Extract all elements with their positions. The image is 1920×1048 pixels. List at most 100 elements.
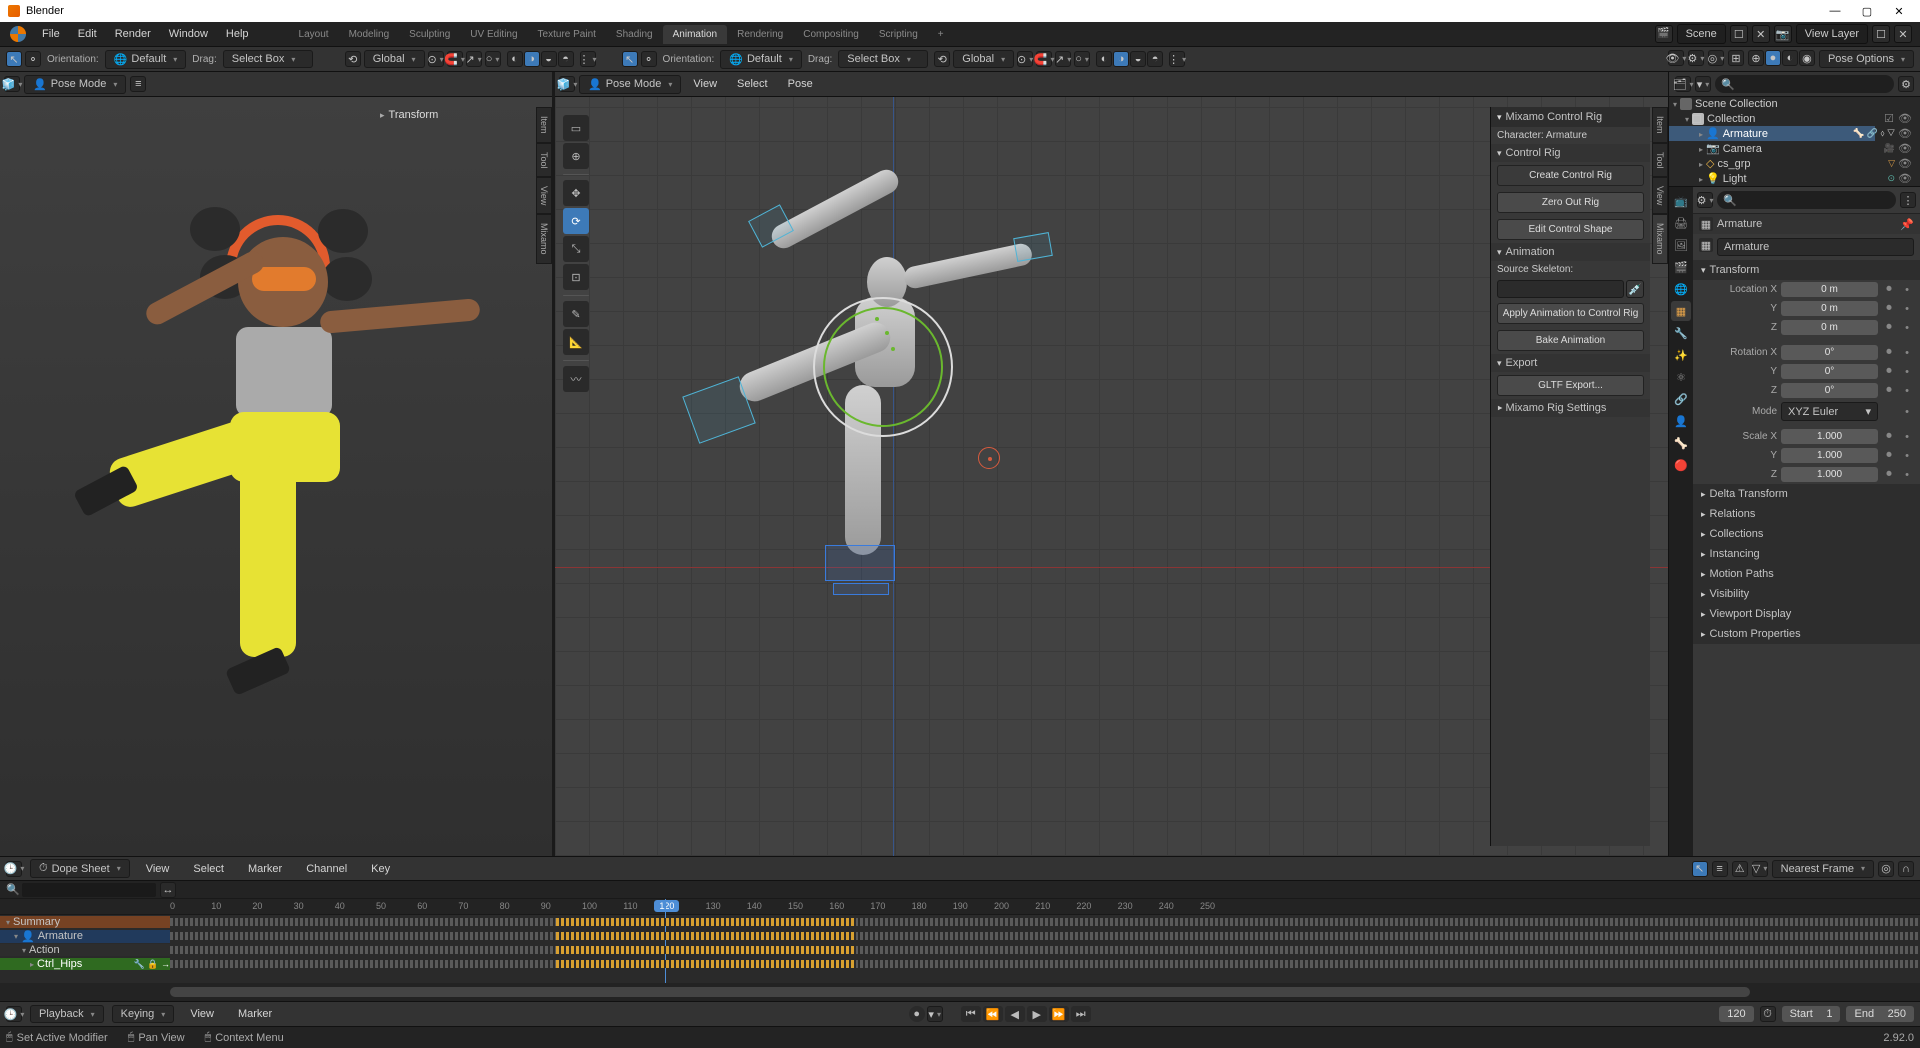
tool-select[interactable]: ▭ [563,115,589,141]
tab-sculpting[interactable]: Sculpting [399,25,460,44]
vp-menu-view[interactable]: View [685,74,725,94]
ptab-constraints[interactable]: 🔗 [1671,389,1691,409]
rotation-z[interactable]: 0° [1781,383,1878,398]
interaction-mode-icon[interactable]: ↖ [6,51,22,67]
viewport-canvas-left[interactable]: Transform Item Tool View Mixamo [0,97,552,856]
jump-next-key-icon[interactable]: ⏩ [1049,1006,1069,1022]
gizmo-toggle-l4[interactable]: ◓ [558,51,574,67]
ptab-material[interactable]: 🔴 [1671,455,1691,475]
tool-cursor[interactable]: ⊕ [563,143,589,169]
scale-z[interactable]: 1.000 [1781,467,1878,482]
tool-measure[interactable]: 📐 [563,329,589,355]
delete-scene-icon[interactable]: ✕ [1752,25,1770,43]
zero-out-rig-button[interactable]: Zero Out Rig [1497,192,1644,213]
sec-viewport-display[interactable]: Viewport Display [1710,608,1792,620]
sec-delta[interactable]: Delta Transform [1710,488,1788,500]
snap-dropdown[interactable]: Nearest Frame [1772,860,1874,878]
snap-target-l[interactable]: ↗ [466,51,482,67]
scale-x[interactable]: 1.000 [1781,429,1878,444]
ptab-particles[interactable]: ✨ [1671,345,1691,365]
sec-collections[interactable]: Collections [1710,528,1764,540]
bake-animation-button[interactable]: Bake Animation [1497,330,1644,351]
timeline-tracks[interactable]: Summary 👤Armature Action Ctrl_Hips🔧 🔒 → [0,915,1920,983]
proportional-r[interactable]: ○ [1074,51,1090,67]
side-tab-item-r[interactable]: Item [1652,107,1668,143]
gizmo-toggle-r4[interactable]: ◓ [1147,51,1163,67]
side-tab-mixamo-l[interactable]: Mixamo [536,214,552,264]
ol-armature[interactable]: 👤Armature🦴 🔗 ⬨ ▽👁 [1669,126,1920,141]
tool-annotate[interactable]: ✎ [563,301,589,327]
proportional-l[interactable]: ○ [485,51,501,67]
ol-camera[interactable]: 📷Camera🎥👁 [1669,141,1920,156]
tab-layout[interactable]: Layout [289,25,339,44]
pivot-icon-r[interactable]: ⊙ [1017,51,1033,67]
menu-render[interactable]: Render [107,24,159,44]
close-button[interactable]: ✕ [1892,4,1906,18]
menu-file[interactable]: File [34,24,68,44]
ol-scene-collection[interactable]: Scene Collection [1669,97,1920,111]
autokey-mode-icon[interactable]: ▾ [927,1006,943,1022]
orientation-dropdown-r[interactable]: 🌐Default [720,50,802,69]
scene-browse-icon[interactable]: 🎬 [1655,25,1673,43]
scale-y[interactable]: 1.000 [1781,448,1878,463]
ptab-bone[interactable]: 🦴 [1671,433,1691,453]
snap-target-r[interactable]: ↗ [1055,51,1071,67]
src-skeleton-field[interactable] [1497,280,1624,298]
shading-rendered-icon[interactable]: ◉ [1799,50,1815,66]
playhead-badge[interactable]: 120 [654,900,679,912]
menu-window[interactable]: Window [161,24,216,44]
autokey-icon[interactable]: ● [909,1006,925,1022]
overlays-main-icon[interactable]: ◎ [1708,50,1724,66]
track-summary[interactable]: Summary [13,916,60,928]
ptab-render[interactable]: 📺 [1671,191,1691,211]
viewlayer-name-field[interactable]: View Layer [1796,24,1868,44]
play-reverse-icon[interactable]: ◀ [1005,1006,1025,1022]
tab-compositing[interactable]: Compositing [793,25,869,44]
create-control-rig-button[interactable]: Create Control Rig [1497,165,1644,186]
side-tab-tool-l[interactable]: Tool [536,143,552,178]
timeline-ruler[interactable]: 0102030405060708090100110120130140150160… [0,899,1920,915]
channel-filter-icon[interactable]: ↔ [160,882,176,898]
channel-search[interactable] [22,883,156,897]
drag-dropdown-l[interactable]: Select Box [223,50,313,68]
sec-instancing[interactable]: Instancing [1710,548,1760,560]
side-tab-mixamo-r[interactable]: Mixamo [1652,214,1668,264]
ds-proportional-icon[interactable]: ◎ [1878,861,1894,877]
tool-move[interactable]: ✥ [563,180,589,206]
track-armature[interactable]: Armature [38,930,83,942]
transform-panel-header-l[interactable]: Transform [380,109,438,121]
track-ctrl-hips[interactable]: Ctrl_Hips [37,958,82,970]
ds-summary-icon[interactable]: ≡ [1712,861,1728,877]
gizmo-main-icon[interactable]: ⚙ [1688,50,1704,66]
menu-edit[interactable]: Edit [70,24,105,44]
tool-rotate[interactable]: ⟳ [563,208,589,234]
pose-options-dropdown[interactable]: Pose Options [1819,50,1914,68]
tool-scale[interactable]: ⤡ [563,236,589,262]
props-editor-type[interactable]: ⚙ [1697,192,1713,208]
gizmo-toggle-l2[interactable]: ◑ [524,51,540,67]
rotation-x[interactable]: 0° [1781,345,1878,360]
ds-menu-channel[interactable]: Channel [298,859,355,879]
rotation-y[interactable]: 0° [1781,364,1878,379]
overlay-options-r[interactable]: ⋮ [1169,51,1185,67]
global-dropdown-l[interactable]: Global [364,50,425,68]
ptab-scene[interactable]: 🎬 [1671,257,1691,277]
maximize-button[interactable]: ▢ [1860,4,1874,18]
gizmo-toggle-r2[interactable]: ◑ [1113,51,1129,67]
ds-menu-key[interactable]: Key [363,859,398,879]
timeline-editor-icon[interactable]: 🕒 [6,1006,22,1022]
viewlayer-browse-icon[interactable]: 📷 [1774,25,1792,43]
object-name-icon[interactable]: ▦ [1699,238,1713,252]
outliner-filter-icon[interactable]: ⚙ [1898,76,1914,92]
orientation-dropdown-l[interactable]: 🌐Default [105,50,187,69]
sec-relations[interactable]: Relations [1710,508,1756,520]
ds-error-icon[interactable]: ⚠ [1732,861,1748,877]
location-y[interactable]: 0 m [1781,301,1878,316]
gizmo-toggle-r1[interactable]: ◐ [1096,51,1112,67]
editor-type-icon-r[interactable]: 🧊 [559,76,575,92]
ds-sel-icon[interactable]: ↖ [1692,861,1708,877]
pin-icon[interactable]: 📌 [1900,218,1914,231]
transform-orient-icon-r[interactable]: ⟲ [934,51,950,67]
delete-viewlayer-icon[interactable]: ✕ [1894,25,1912,43]
props-options-icon[interactable]: ⋮ [1900,192,1916,208]
